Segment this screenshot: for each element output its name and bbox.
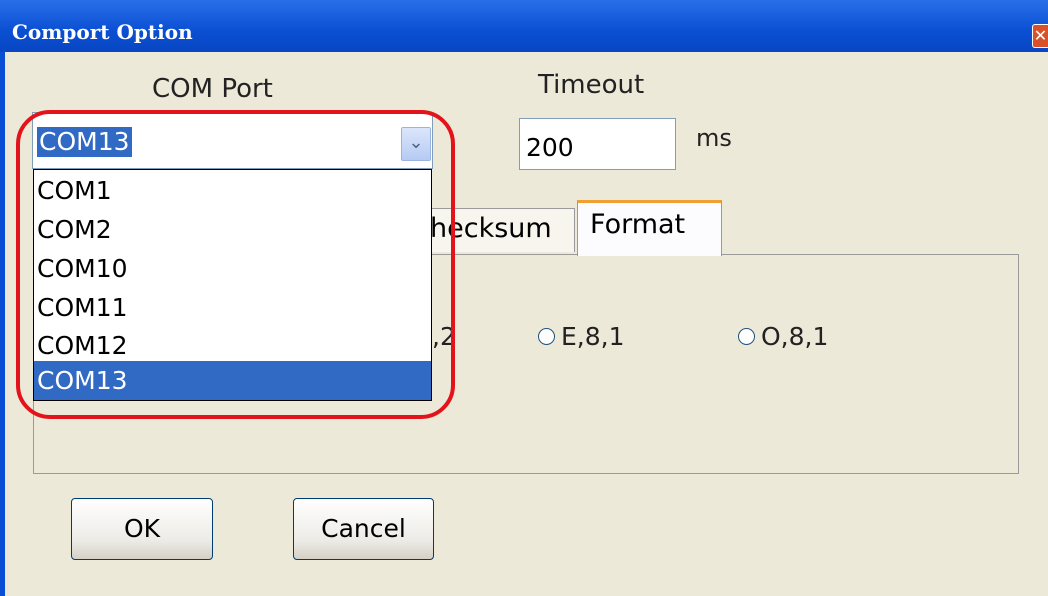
- radio-circle: [538, 327, 555, 345]
- radio-circle: [738, 327, 755, 345]
- dropdown-item-com11[interactable]: COM11: [34, 288, 431, 327]
- radio-o81-label: O,8,1: [761, 322, 829, 351]
- dropdown-item-com12[interactable]: COM12: [34, 326, 431, 365]
- cancel-button[interactable]: Cancel: [293, 498, 434, 560]
- com-port-selected-value: COM13: [37, 127, 132, 157]
- chevron-down-icon: ⌄: [408, 132, 424, 153]
- radio-e81-label: E,8,1: [561, 322, 625, 351]
- com-port-label: COM Port: [152, 74, 273, 104]
- timeout-input[interactable]: 200: [519, 118, 676, 170]
- tab-checksum[interactable]: hecksum: [412, 208, 575, 252]
- window-title: Comport Option: [12, 20, 193, 44]
- radio-e81[interactable]: E,8,1: [538, 322, 625, 351]
- radio-o81[interactable]: O,8,1: [738, 322, 828, 351]
- close-button[interactable]: ✕: [1032, 24, 1048, 48]
- tab-checksum-label: hecksum: [430, 213, 552, 244]
- dropdown-item-com13[interactable]: COM13: [34, 361, 431, 400]
- timeout-unit: ms: [696, 124, 732, 152]
- dropdown-item-com1[interactable]: COM1: [34, 171, 431, 210]
- timeout-label: Timeout: [538, 70, 645, 100]
- tab-format-label: Format: [590, 209, 686, 240]
- format-option-partial: ,2: [432, 322, 456, 351]
- com-port-dropdown-list: COM1 COM2 COM10 COM11 COM12 COM13: [33, 169, 432, 401]
- tab-format[interactable]: Format: [577, 200, 722, 256]
- title-bar: Comport Option ✕: [0, 0, 1048, 52]
- com-port-combobox[interactable]: COM13 ⌄: [32, 112, 433, 169]
- dropdown-button[interactable]: ⌄: [401, 127, 431, 161]
- window-border: [0, 52, 5, 596]
- dropdown-item-com10[interactable]: COM10: [34, 249, 431, 288]
- ok-button[interactable]: OK: [71, 498, 213, 560]
- dropdown-item-com2[interactable]: COM2: [34, 210, 431, 249]
- close-icon: ✕: [1033, 26, 1048, 45]
